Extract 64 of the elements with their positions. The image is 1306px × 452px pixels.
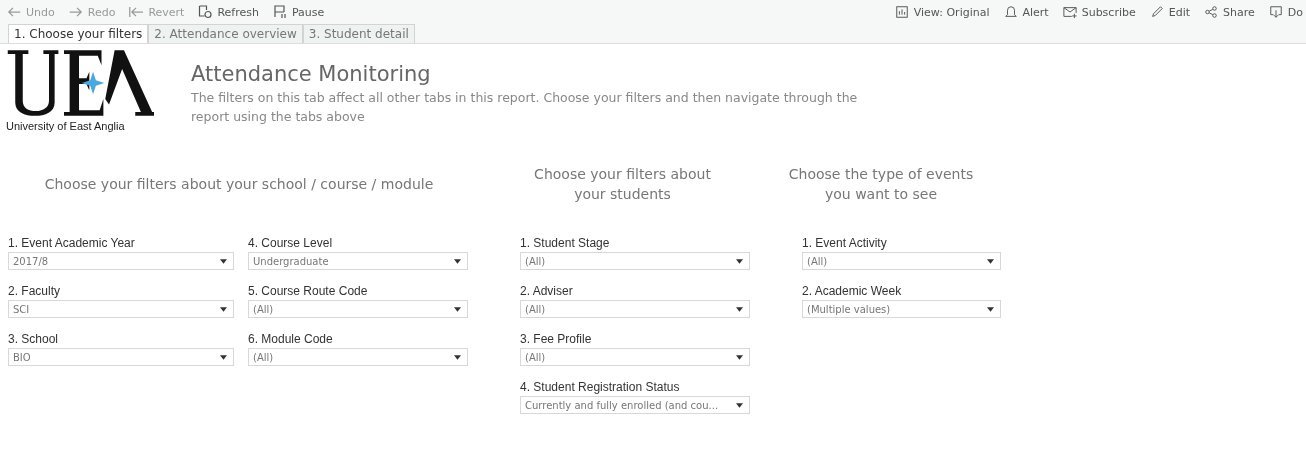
tab[interactable]: 3. Student detail [302,24,415,43]
caret-icon [736,258,743,264]
filter-label: 4. Course Level [248,236,334,250]
toolbar-button[interactable]: Share [1201,5,1258,19]
filter-dropdown[interactable]: (All) [248,300,468,318]
page-title: Attendance Monitoring [191,62,432,86]
caret-icon [220,306,227,312]
filter-label: 1. Student Stage [520,236,611,250]
section-heading: Choose your filters about your students [534,165,711,204]
share-icon [1204,5,1219,19]
filter-dropdown[interactable]: (All) [520,300,750,318]
download-icon [1268,5,1283,19]
toolbar-button[interactable]: Edit [1146,5,1194,19]
filter-label: 4. Student Registration Status [520,380,681,394]
filter-dropdown[interactable]: SCI [8,300,234,318]
toolbar-button[interactable]: Do [1265,5,1306,19]
caret-icon [220,354,227,360]
envelope-icon [1062,5,1077,19]
filter-dropdown[interactable]: (All) [802,252,1001,270]
tab[interactable]: 1. Choose your filters [8,24,149,43]
pencil-icon [1149,5,1164,19]
description: The filters on this tab affect all other tabs in this report. Choose your filters and then navigate through the report using the tabs above [191,89,859,126]
caret-icon [454,354,461,360]
filter-dropdown[interactable]: BIO [8,348,234,366]
caret-icon [454,306,461,312]
caret-icon [736,354,743,360]
filter-dropdown[interactable]: 2017/8 [8,252,234,270]
caret-icon [736,402,743,408]
undo-icon [7,7,21,17]
tab[interactable]: 2. Attendance overview [148,24,303,43]
section-heading: Choose the type of events you want to see [787,165,975,204]
filter-label: 6. Module Code [248,332,334,346]
caret-icon [987,306,994,312]
filter-label: 1. Event Academic Year [8,236,136,250]
pause-icon [272,5,287,19]
toolbar-button[interactable]: Refresh [195,5,262,19]
filter-dropdown[interactable]: Undergraduate [248,252,468,270]
filter-dropdown[interactable]: Currently and fully enrolled (and cou... [520,396,750,414]
section-heading: Choose your filters about your school / course / module [44,175,434,194]
filter-label: 5. Course Route Code [248,284,369,298]
caret-icon [220,258,227,264]
redo-icon [68,7,83,17]
filter-dropdown[interactable]: (All) [520,348,750,366]
logo-caption: University of East Anglia [6,120,125,132]
caret-icon [987,258,994,264]
filter-label: 3. School [8,332,60,346]
toolbar-button[interactable]: View: Original [891,5,993,19]
filter-dropdown[interactable]: (Multiple values) [802,300,1001,318]
revert-icon [129,7,144,17]
filter-dropdown[interactable]: (All) [248,348,468,366]
filter-label: 2. Faculty [8,284,62,298]
caret-icon [454,258,461,264]
refresh-icon [198,5,213,19]
toolbar-button[interactable]: Subscribe [1059,5,1139,19]
filter-label: 2. Adviser [520,284,574,298]
caret-icon [736,306,743,312]
chart-icon [894,5,909,19]
bell-icon [1003,5,1018,19]
toolbar-button[interactable]: Alert [1000,5,1052,19]
filter-dropdown[interactable]: (All) [520,252,750,270]
toolbar-button[interactable]: Pause [269,5,328,19]
filter-label: 1. Event Activity [802,236,888,250]
filter-label: 3. Fee Profile [520,332,593,346]
filter-label: 2. Academic Week [802,284,903,298]
